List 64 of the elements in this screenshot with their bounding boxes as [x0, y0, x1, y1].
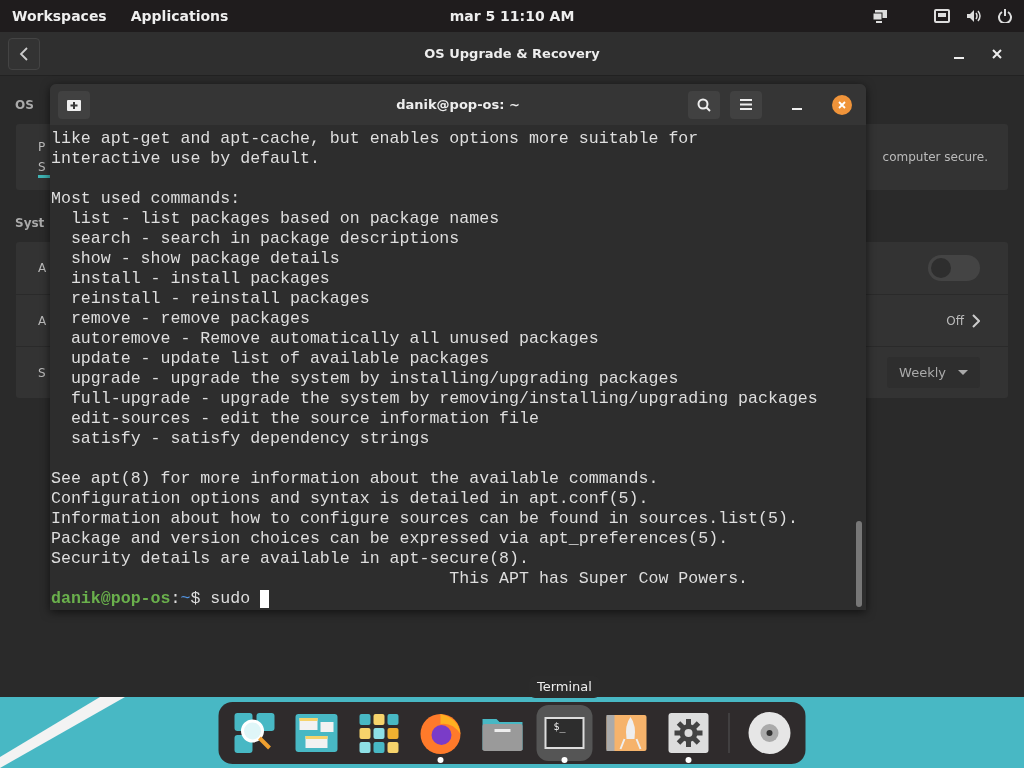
new-tab-button[interactable] — [58, 90, 90, 119]
minimize-icon — [792, 108, 802, 110]
network-icon[interactable] — [934, 9, 950, 23]
menu-icon — [740, 99, 752, 110]
volume-icon[interactable] — [966, 9, 982, 23]
card-text: computer secure. — [882, 149, 988, 166]
terminal-line: autoremove - Remove automatically all unused packages — [69, 329, 600, 349]
scrollbar[interactable] — [856, 521, 862, 607]
prompt-command: $ sudo — [190, 589, 252, 608]
terminal-line: reinstall - reinstall packages — [69, 289, 371, 309]
prompt-path: ~ — [180, 589, 191, 608]
prompt-separator: : — [170, 589, 181, 608]
setting-label: A — [38, 312, 47, 330]
terminal-line: upgrade - upgrade the system by installing/upgrading packages — [69, 369, 680, 389]
terminal-line: satisfy - satisfy dependency strings — [69, 429, 431, 449]
terminal-line: interactive use by default. — [51, 149, 321, 169]
back-icon — [19, 46, 29, 61]
chevron-right-icon — [972, 313, 980, 328]
terminal-line: list - list packages based on package names — [69, 209, 501, 229]
search-icon — [697, 97, 711, 112]
tab-indicator — [38, 175, 50, 178]
terminal-line: full-upgrade - upgrade the system by removing/installing/upgrading packages — [69, 389, 819, 409]
terminal-line: search - search in package descriptions — [69, 229, 461, 249]
dropdown[interactable]: Weekly — [887, 356, 980, 389]
terminal-line: like apt-get and apt-cache, but enables options more suitable for — [51, 129, 700, 149]
applications-menu[interactable]: Applications — [130, 5, 229, 27]
section-heading: Syst — [15, 215, 45, 232]
power-icon[interactable] — [998, 9, 1012, 23]
close-button[interactable] — [832, 94, 852, 115]
terminal-line: Package and version choices can be expressed via apt_preferences(5). — [51, 529, 730, 549]
terminal-line: Configuration options and syntax is detailed in apt.conf(5). — [51, 489, 650, 509]
window-title: danik@pop-os: ~ — [396, 95, 520, 114]
setting-label: S — [38, 364, 46, 382]
terminal-line: edit-sources - edit the source information file — [69, 409, 540, 429]
terminal-line: update - update list of available packages — [69, 349, 491, 369]
back-button[interactable] — [8, 37, 40, 70]
setting-value: Off — [946, 312, 964, 330]
tab-plus-icon — [67, 98, 81, 111]
close-icon — [838, 100, 846, 109]
menu-button[interactable] — [730, 90, 762, 119]
card-text: P — [38, 139, 46, 156]
setting-label: A — [38, 260, 47, 277]
caret-icon — [958, 369, 968, 376]
terminal-line: show - show package details — [69, 249, 341, 269]
section-heading: OS — [15, 97, 34, 114]
minimize-icon — [954, 57, 964, 59]
terminal-line: This APT has Super Cow Powers. — [448, 569, 750, 589]
search-button[interactable] — [688, 90, 720, 119]
close-icon — [992, 49, 1002, 59]
terminal-line: Most used commands: — [51, 189, 242, 209]
terminal-line: Security details are available in apt-secure(8). — [51, 549, 530, 569]
card-text: S — [38, 159, 46, 176]
terminal-line: Information about how to configure sources can be found in sources.list(5). — [51, 509, 799, 529]
icon-text: $_ — [553, 721, 566, 733]
dock-item[interactable]: $_ — [536, 705, 593, 761]
text-cursor — [260, 589, 270, 608]
terminal-line: See apt(8) for more information about the available commands. — [51, 469, 660, 489]
workspaces-menu[interactable]: Workspaces — [12, 5, 107, 27]
clock[interactable]: mar 5 11:10 AM — [449, 5, 575, 27]
terminal-line: install - install packages — [69, 269, 331, 289]
prompt-user: danik@pop-os — [51, 589, 171, 608]
window-title: OS Upgrade & Recovery — [424, 44, 600, 63]
terminal-line: remove - remove packages — [69, 309, 311, 329]
display-icon[interactable] — [872, 9, 888, 23]
